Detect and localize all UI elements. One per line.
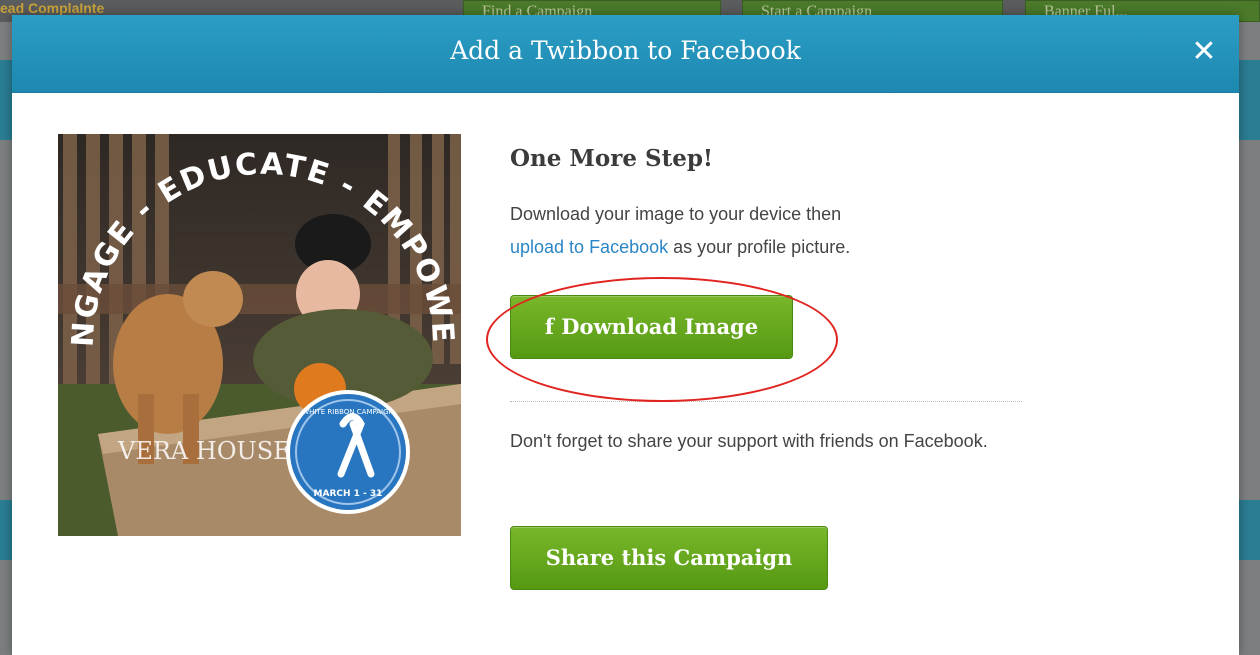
badge-bottom-text: MARCH 1 - 31 (314, 489, 383, 499)
background-stripe (1239, 60, 1260, 140)
background-stripe (1239, 500, 1260, 560)
close-icon[interactable]: ✕ (1191, 34, 1216, 69)
modal-title: Add a Twibbon to Facebook (450, 36, 801, 65)
vera-house-logo: VERA HOUSE (117, 437, 291, 465)
background-stripe (0, 60, 12, 140)
instructions-text: Download your image to your device then … (510, 198, 1030, 264)
instructions-line-2: as your profile picture. (668, 237, 851, 257)
modal-header: Add a Twibbon to Facebook ✕ (12, 15, 1239, 93)
share-reminder-text: Don't forget to share your support with … (510, 431, 988, 451)
share-campaign-button[interactable]: Share this Campaign (510, 526, 828, 590)
background-stripe (0, 500, 12, 560)
content-divider (510, 401, 1022, 402)
twibbon-preview-image: ENGAGE - EDUCATE - EMPOWER VERA HOUSE WH… (58, 134, 461, 536)
upload-to-facebook-link[interactable]: upload to Facebook (510, 237, 668, 257)
background-text: ead ComplaInte (0, 0, 105, 16)
download-image-button[interactable]: f Download Image (510, 295, 793, 359)
close-button[interactable]: ✕ (1189, 37, 1219, 67)
white-ribbon-badge: WHITE RIBBON CAMPAIGN MARCH 1 - 31 (286, 390, 410, 514)
step-heading: One More Step! (510, 145, 714, 172)
facebook-icon: f (544, 314, 554, 339)
badge-top-text: WHITE RIBBON CAMPAIGN (302, 408, 394, 416)
twibbon-modal: Add a Twibbon to Facebook ✕ NGAGE - EDUC… (12, 15, 1239, 655)
instructions-line-1: Download your image to your device then (510, 204, 842, 224)
download-image-label: Download Image (561, 314, 759, 339)
